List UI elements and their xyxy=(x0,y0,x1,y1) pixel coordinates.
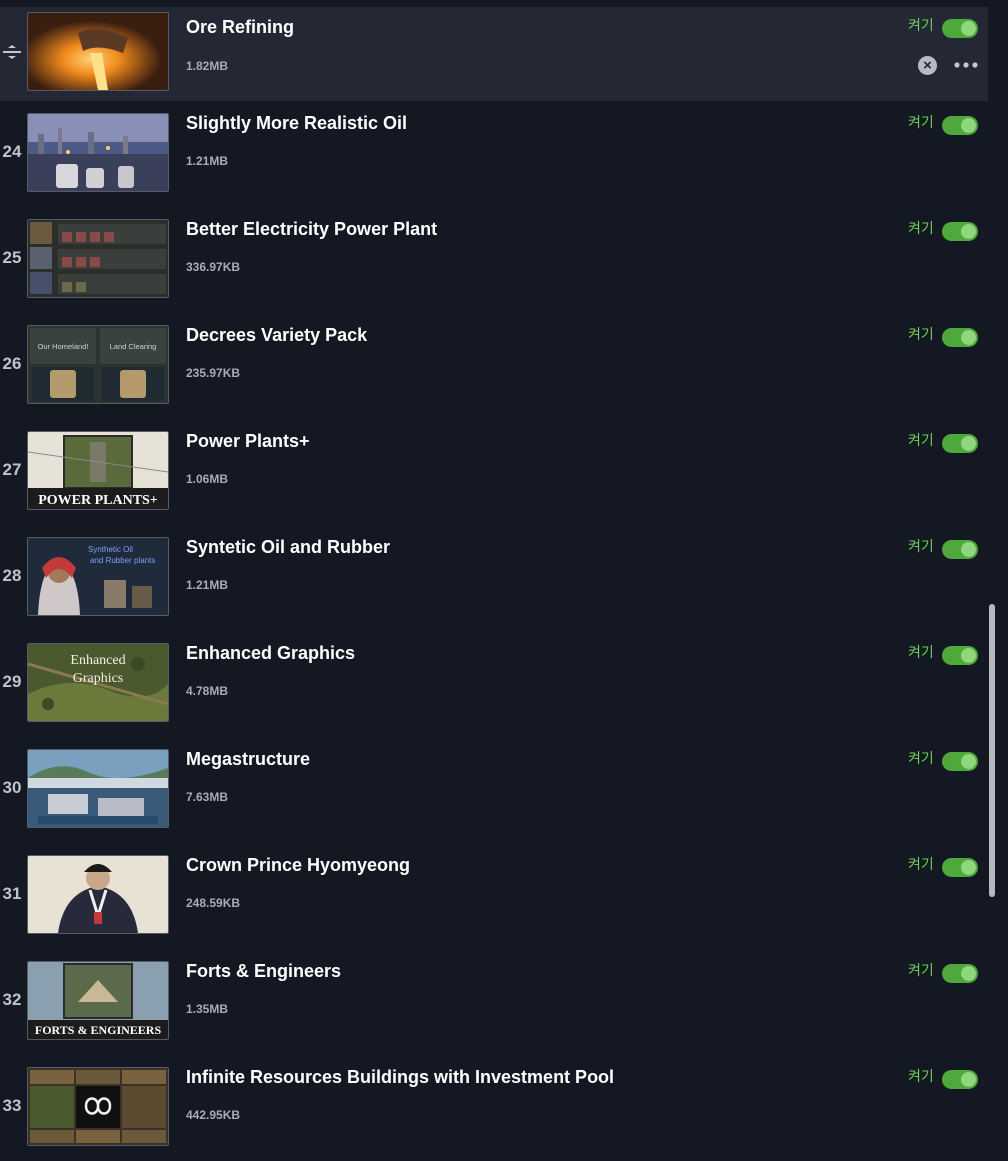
thumb-text-land-clearing: Land Clearing xyxy=(110,342,157,351)
toggle-label: 켜기 xyxy=(908,17,934,33)
mod-index: 30 xyxy=(2,778,22,797)
mod-index: 24 xyxy=(2,142,22,161)
enable-toggle[interactable] xyxy=(942,858,978,877)
mod-size: 1.21MB xyxy=(186,578,229,592)
mod-thumbnail xyxy=(27,113,169,192)
mod-row[interactable]: 24 Slightly More Realistic Oil 1.21MB 켜기 xyxy=(0,101,988,207)
mod-title[interactable]: Forts & Engineers xyxy=(186,961,341,982)
mod-thumbnail: Our Homeland! Land Clearing xyxy=(27,325,169,404)
toggle-label: 켜기 xyxy=(908,220,934,236)
mod-row-selected[interactable]: Ore Refining 1.82MB 켜기 × xyxy=(0,7,988,101)
mod-row[interactable]: 32 FORTS & ENGINEERS Forts & Engineers 1… xyxy=(0,949,988,1055)
mod-index: 33 xyxy=(2,1096,22,1115)
toggle-label: 켜기 xyxy=(908,538,934,554)
mod-index: 26 xyxy=(2,354,22,373)
toggle-label: 켜기 xyxy=(908,962,934,978)
thumb-text-forts: FORTS & ENGINEERS xyxy=(35,1023,162,1037)
mod-index: 28 xyxy=(2,566,22,585)
mod-thumbnail xyxy=(27,1067,169,1146)
mod-size: 248.59KB xyxy=(186,896,241,910)
toggle-label: 켜기 xyxy=(908,326,934,342)
toggle-label: 켜기 xyxy=(908,1068,934,1084)
mod-index: 31 xyxy=(2,884,22,903)
mod-index: 25 xyxy=(2,248,22,267)
mod-size: 235.97KB xyxy=(186,366,241,380)
mod-size: 1.35MB xyxy=(186,1002,229,1016)
mod-row[interactable]: 28 Synthetic Oil and Rubber plants Synte… xyxy=(0,525,988,631)
mod-row[interactable]: 33 Infinite Resources Buildings with Inv… xyxy=(0,1055,988,1161)
mod-list: Ore Refining 1.82MB 켜기 × 24 Slightly Mor… xyxy=(0,0,988,1161)
mod-title[interactable]: Syntetic Oil and Rubber xyxy=(186,537,390,558)
enable-toggle[interactable] xyxy=(942,328,978,347)
mod-row[interactable]: 29 Enhanced Graphics Enhanced Graphics 4… xyxy=(0,631,988,737)
enable-toggle[interactable] xyxy=(942,646,978,665)
mod-title[interactable]: Infinite Resources Buildings with Invest… xyxy=(186,1067,614,1088)
mod-title[interactable]: Slightly More Realistic Oil xyxy=(186,113,407,134)
enable-toggle[interactable] xyxy=(942,116,978,135)
enable-toggle[interactable] xyxy=(942,540,978,559)
mod-thumbnail: Enhanced Graphics xyxy=(27,643,169,722)
thumb-text-homeland: Our Homeland! xyxy=(38,342,89,351)
enable-toggle[interactable] xyxy=(942,434,978,453)
mod-size: 7.63MB xyxy=(186,790,229,804)
thumb-text-rubber: and Rubber plants xyxy=(90,556,155,565)
mod-thumbnail: FORTS & ENGINEERS xyxy=(27,961,169,1040)
mod-size: 1.82MB xyxy=(186,59,229,73)
mod-size: 336.97KB xyxy=(186,260,241,274)
thumb-text-power-plants: POWER PLANTS+ xyxy=(38,493,158,508)
mod-size: 4.78MB xyxy=(186,684,229,698)
mod-thumbnail xyxy=(27,855,169,934)
mod-index: 29 xyxy=(2,672,22,691)
mod-row[interactable]: 27 POWER PLANTS+ Power Plants+ 1.06MB 켜기 xyxy=(0,419,988,525)
toggle-label: 켜기 xyxy=(908,432,934,448)
mod-title[interactable]: Enhanced Graphics xyxy=(186,643,355,664)
mod-row[interactable]: 30 Megastructure 7.63MB 켜기 xyxy=(0,737,988,843)
thumb-text-synthetic: Synthetic Oil xyxy=(88,545,133,554)
toggle-label: 켜기 xyxy=(908,856,934,872)
toggle-label: 켜기 xyxy=(908,114,934,130)
thumb-text-enhanced: Enhanced xyxy=(70,653,125,668)
mod-title[interactable]: Power Plants+ xyxy=(186,431,310,452)
mod-thumbnail xyxy=(27,219,169,298)
mod-title[interactable]: Crown Prince Hyomyeong xyxy=(186,855,410,876)
enable-toggle[interactable] xyxy=(942,1070,978,1089)
mod-title[interactable]: Ore Refining xyxy=(186,17,294,38)
scrollbar-thumb[interactable] xyxy=(989,604,995,897)
enable-toggle[interactable] xyxy=(942,222,978,241)
mod-thumbnail: Synthetic Oil and Rubber plants xyxy=(27,537,169,616)
mod-title[interactable]: Better Electricity Power Plant xyxy=(186,219,437,240)
toggle-label: 켜기 xyxy=(908,750,934,766)
mod-row[interactable]: 31 Crown Prince Hyomyeong 248.59KB 켜기 xyxy=(0,843,988,949)
enable-toggle[interactable] xyxy=(942,964,978,983)
more-options-icon[interactable] xyxy=(954,62,978,68)
mod-size: 1.06MB xyxy=(186,472,229,486)
mod-title[interactable]: Decrees Variety Pack xyxy=(186,325,367,346)
drag-handle-icon[interactable] xyxy=(1,45,23,59)
mod-row[interactable]: 26 Our Homeland! Land Clearing Decrees V… xyxy=(0,313,988,419)
enable-toggle[interactable] xyxy=(942,19,978,38)
mod-size: 442.95KB xyxy=(186,1108,241,1122)
mod-thumbnail xyxy=(27,12,169,91)
mod-index: 32 xyxy=(2,990,22,1009)
enable-toggle[interactable] xyxy=(942,752,978,771)
mod-size: 1.21MB xyxy=(186,154,229,168)
thumb-text-graphics: Graphics xyxy=(73,671,124,686)
mod-index: 27 xyxy=(2,460,22,479)
close-icon[interactable]: × xyxy=(918,56,937,75)
mod-thumbnail: POWER PLANTS+ xyxy=(27,431,169,510)
toggle-label: 켜기 xyxy=(908,644,934,660)
mod-row[interactable]: 25 Better Electricity Power Plant 336.97… xyxy=(0,207,988,313)
mod-thumbnail xyxy=(27,749,169,828)
mod-title[interactable]: Megastructure xyxy=(186,749,310,770)
